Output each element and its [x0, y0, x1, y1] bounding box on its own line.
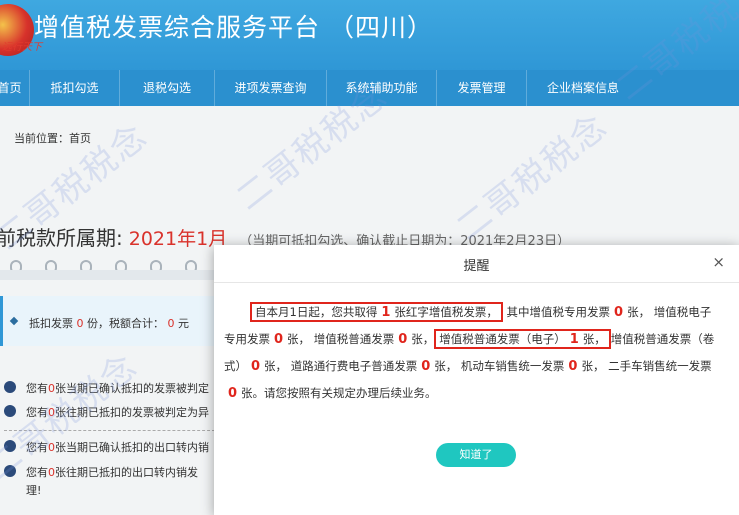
diamond-bullet-icon — [9, 316, 19, 326]
breadcrumb: 当前位置：首页 — [14, 132, 91, 145]
summary-mid: 份，税额合计： — [87, 317, 164, 330]
message-post: 张往期已抵扣的发票被判定为异 — [55, 406, 209, 419]
nav-input-invoice-query[interactable]: 进项发票查询 — [215, 70, 327, 106]
summary-amount: 0 — [167, 317, 175, 330]
bell-icon — [4, 440, 16, 452]
message-count: 0 — [48, 382, 55, 395]
message-post: 张往期已抵扣的出口转内销发 — [55, 466, 198, 479]
message-item[interactable]: 您有0张往期已抵扣的发票被判定为异 — [0, 404, 215, 420]
ok-button[interactable]: 知道了 — [436, 443, 516, 467]
message-post: 张当期已确认抵扣的发票被判定 — [55, 382, 209, 395]
summary-prefix: 抵扣发票 — [29, 317, 73, 330]
summary-count: 0 — [76, 317, 84, 330]
message-pre: 您有 — [26, 441, 48, 454]
bell-icon — [4, 381, 16, 393]
message-count: 0 — [48, 466, 55, 479]
app-header: 远行天下 增值税发票综合服务平台 （四川） — [0, 0, 739, 70]
message-pre: 您有 — [26, 466, 48, 479]
red-invoice-highlight: 自本月1日起，您共取得 1 张红字增值税发票， — [250, 302, 503, 322]
message-item[interactable]: 您有0张当期已确认抵扣的出口转内销 — [0, 439, 215, 455]
bell-icon — [4, 465, 16, 477]
app-title: 增值税发票综合服务平台 （四川） — [34, 13, 433, 42]
message-post: 张当期已确认抵扣的出口转内销 — [55, 441, 209, 454]
main-nav: 首页 抵扣勾选 退税勾选 进项发票查询 系统辅助功能 发票管理 企业档案信息 — [0, 70, 739, 106]
close-icon[interactable]: × — [712, 253, 725, 271]
dialog-message: 自本月1日起，您共取得 1 张红字增值税发票， 其中增值税专用发票 0 张， 增值税电子… — [224, 299, 722, 407]
nav-system-tools[interactable]: 系统辅助功能 — [327, 70, 437, 106]
nav-company-profile[interactable]: 企业档案信息 — [527, 70, 639, 106]
reminder-dialog: 提醒 × 自本月1日起，您共取得 1 张红字增值税发票， 其中增值税专用发票 0 张， … — [214, 245, 739, 515]
deduction-summary-text: 抵扣发票 0 份，税额合计： 0 元 — [29, 315, 189, 331]
dialog-title: 提醒 — [463, 259, 490, 274]
message-count: 0 — [48, 441, 55, 454]
period-label: 前税款所属期: — [0, 226, 123, 250]
nav-invoice-management[interactable]: 发票管理 — [437, 70, 527, 106]
message-item[interactable]: 您有0张当期已确认抵扣的发票被判定 — [0, 380, 215, 396]
dialog-header: 提醒 × — [214, 245, 739, 283]
nav-home[interactable]: 首页 — [0, 70, 30, 106]
divider — [4, 430, 215, 431]
message-item[interactable]: 您有0张往期已抵扣的出口转内销发 — [0, 464, 215, 480]
message-pre: 您有 — [26, 406, 48, 419]
message-tail: 理! — [26, 484, 42, 497]
bell-icon — [4, 405, 16, 417]
period-value: 2021年1月 — [128, 228, 228, 250]
deduction-summary-card: 抵扣发票 0 份，税额合计： 0 元 — [0, 296, 215, 346]
summary-unit: 元 — [178, 317, 189, 330]
nav-refund-select[interactable]: 退税勾选 — [120, 70, 215, 106]
electronic-invoice-highlight: 增值税普通发票（电子） 1 张， — [434, 329, 611, 349]
message-pre: 您有 — [26, 382, 48, 395]
message-count: 0 — [48, 406, 55, 419]
nav-deduction-select[interactable]: 抵扣勾选 — [30, 70, 120, 106]
notebook-strip — [0, 270, 215, 280]
